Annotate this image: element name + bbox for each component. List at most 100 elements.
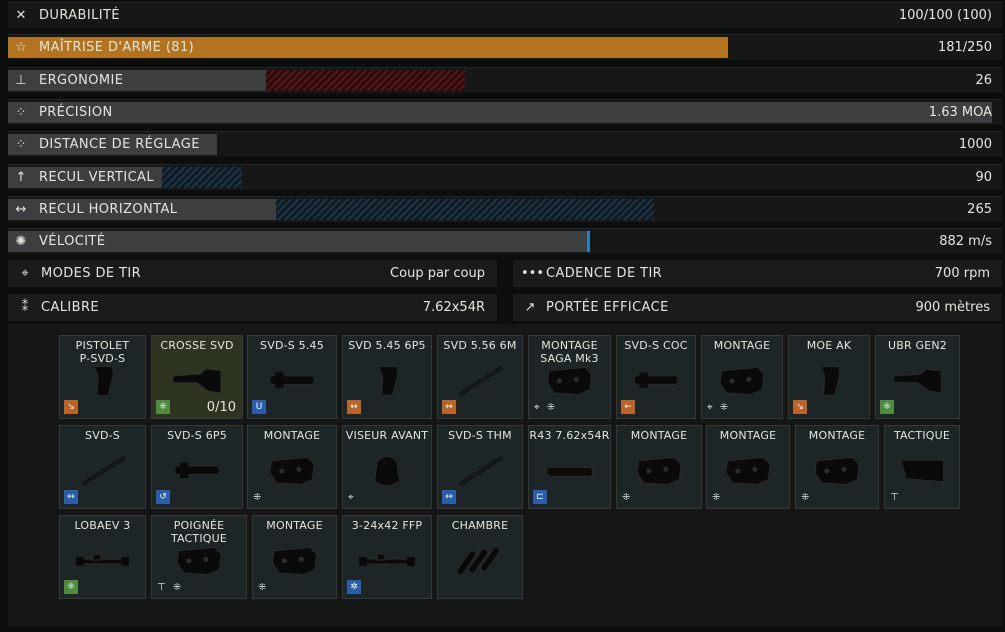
stat-bar-marker <box>586 231 590 253</box>
mod-slot-name: SVD 5.45 6P5 <box>348 339 426 352</box>
gas-tube-icon <box>166 454 228 488</box>
stat-row: ⊥ ERGONOMIE 26 <box>8 66 1002 93</box>
stat-label: MAÎTRISE D'ARME (81) <box>39 40 195 56</box>
mod-slot[interactable]: LOBAEV 3 ⁜ <box>59 515 146 599</box>
mod-slot-name: PISTOLET P-SVD-S <box>75 339 130 365</box>
mod-slot[interactable]: MONTAGE ⁜ <box>252 515 337 599</box>
slot-type-badge-icon: ↔ <box>64 490 78 504</box>
horizontal-recoil-icon: ↔ <box>15 201 27 217</box>
star-icon: ☆ <box>15 40 27 56</box>
mod-slot-name: SVD-S 6P5 <box>167 429 227 442</box>
mod-slot-name: POIGNÉE TACTIQUE <box>170 519 228 545</box>
barrel-icon <box>74 454 131 488</box>
front-sight-icon <box>357 454 417 488</box>
sub-slot-icons: ⊤ ⁜ <box>157 582 184 593</box>
mod-slot-name: MONTAGE <box>630 429 688 442</box>
tools-icon: ✕ <box>15 8 27 23</box>
mod-slot-name: R43 7.62x54R <box>529 429 610 442</box>
mod-slot[interactable]: SVD 5.45 6P5 ↔ <box>342 335 432 419</box>
stat-label: PRÉCISION <box>39 104 113 120</box>
mod-slot[interactable]: SVD-S THM ↔ <box>437 425 523 509</box>
chamber-icon <box>452 544 508 578</box>
mod-slot[interactable]: 3-24x42 FFP ✲ <box>342 515 432 599</box>
mount-icon <box>543 364 596 398</box>
mod-slot[interactable]: SVD 5.56 6M ↔ <box>437 335 523 419</box>
sub-slot-icons: ⌖ ⁜ <box>707 402 731 413</box>
mod-slot[interactable]: SVD-S COC ← <box>616 335 696 419</box>
mod-slot[interactable]: R43 7.62x54R ⊏ <box>528 425 611 509</box>
stat-label: VÉLOCITÉ <box>39 234 106 250</box>
stat-row: ⁘ PRÉCISION 1.63 MOA <box>8 98 1002 125</box>
slot-type-badge-icon: ↺ <box>156 490 170 504</box>
info-label: CALIBRE <box>41 300 100 315</box>
mod-slot[interactable]: MONTAGE ⌖ ⁜ <box>701 335 783 419</box>
ergonomics-icon: ⊥ <box>15 72 27 88</box>
stat-value: 90 <box>975 169 992 185</box>
mod-slots-panel: PISTOLET P-SVD-S ↘ CROSSE SVD ⁜ 0/10 SVD-S 5.4… <box>8 324 1002 626</box>
stat-value: 265 <box>967 201 992 217</box>
mod-slot[interactable]: TACTIQUE ⊤ <box>884 425 960 509</box>
mod-slot-name: 3-24x42 FFP <box>351 519 423 532</box>
slot-type-badge-icon: ↘ <box>793 400 807 414</box>
stat-value: 181/250 <box>937 40 992 56</box>
stat-label: DISTANCE DE RÉGLAGE <box>39 137 200 153</box>
sub-slot-icons: ⁜ <box>253 492 264 503</box>
mod-slot[interactable]: CROSSE SVD ⁜ 0/10 <box>151 335 243 419</box>
scope-icon <box>357 544 417 578</box>
mod-slot[interactable]: UBR GEN2 ⁜ <box>875 335 960 419</box>
mount-icon <box>262 454 322 488</box>
stat-value: 882 m/s <box>939 234 992 250</box>
slot-type-badge-icon: ↔ <box>442 400 456 414</box>
barrel-icon <box>452 454 508 488</box>
mod-slot[interactable]: SVD-S ↔ <box>59 425 146 509</box>
stat-label: RECUL VERTICAL <box>39 169 154 185</box>
stat-value: 1.63 MOA <box>928 104 992 120</box>
stat-bar-modifier <box>162 166 242 188</box>
mod-slot[interactable]: MONTAGE ⁜ <box>706 425 790 509</box>
stat-row: ⁘ DISTANCE DE RÉGLAGE 1000 <box>8 131 1002 158</box>
info-label: MODES DE TIR <box>41 266 142 281</box>
slot-type-badge-icon: ⁜ <box>880 400 894 414</box>
info-box: ↗ PORTÉE EFFICACE 900 mètres <box>513 294 1002 321</box>
stat-bar-fill <box>8 101 993 123</box>
mod-slot[interactable]: MONTAGE ⁜ <box>247 425 337 509</box>
mod-slot[interactable]: SVD-S 6P5 ↺ <box>151 425 243 509</box>
precision-icon: ⁘ <box>15 104 27 120</box>
stat-label: ERGONOMIE <box>39 72 124 88</box>
grip-icon <box>357 364 417 398</box>
mod-slot-name: SVD-S THM <box>448 429 512 442</box>
mod-slot[interactable]: CHAMBRE <box>437 515 523 599</box>
sub-slot-icons: ⁜ <box>622 492 633 503</box>
stat-row: ✕ DURABILITÉ 100/100 (100) <box>8 2 1002 28</box>
mod-slot[interactable]: PISTOLET P-SVD-S ↘ <box>59 335 146 419</box>
mount-icon <box>810 454 864 488</box>
stat-row: ↑ RECUL VERTICAL 90 <box>8 163 1002 190</box>
mod-slot-name: TACTIQUE <box>893 429 951 442</box>
info-label: PORTÉE EFFICACE <box>546 300 669 315</box>
mod-slot[interactable]: POIGNÉE TACTIQUE ⊤ ⁜ <box>151 515 247 599</box>
mod-slot[interactable]: MONTAGE ⁜ <box>795 425 879 509</box>
stock-icon <box>890 364 945 398</box>
mod-slot[interactable]: MOE AK ↘ <box>788 335 870 419</box>
mod-slot[interactable]: MONTAGE SAGA Mk3 ⌖ ⁜ <box>528 335 611 419</box>
mod-slot-name: MONTAGE <box>713 339 771 352</box>
slot-type-badge-icon: ← <box>621 400 635 414</box>
barrel-icon <box>452 364 508 398</box>
mod-slot[interactable]: SVD-S 5.45 U <box>247 335 337 419</box>
mod-slot-name: SVD-S 5.45 <box>260 339 324 352</box>
mod-slot[interactable]: MONTAGE ⁜ <box>616 425 702 509</box>
suppressor-icon <box>543 454 596 488</box>
sub-slot-icons: ⌖ ⁜ <box>534 402 558 413</box>
sub-slot-icons: ⁜ <box>712 492 723 503</box>
mod-slot[interactable]: VISEUR AVANT ⌖ <box>342 425 432 509</box>
mod-slot-name: UBR GEN2 <box>887 339 948 352</box>
mod-slot-name: MONTAGE <box>719 429 777 442</box>
ammo-count: 0/10 <box>206 400 236 415</box>
tactical-icon <box>899 454 945 488</box>
mod-slot-name: VISEUR AVANT <box>345 429 429 442</box>
stock-icon <box>166 364 228 398</box>
sub-slot-icons: ⁜ <box>258 582 269 593</box>
fire-rate-icon: ••• <box>521 266 545 281</box>
mount-icon <box>721 454 775 488</box>
scope-icon <box>74 544 131 578</box>
